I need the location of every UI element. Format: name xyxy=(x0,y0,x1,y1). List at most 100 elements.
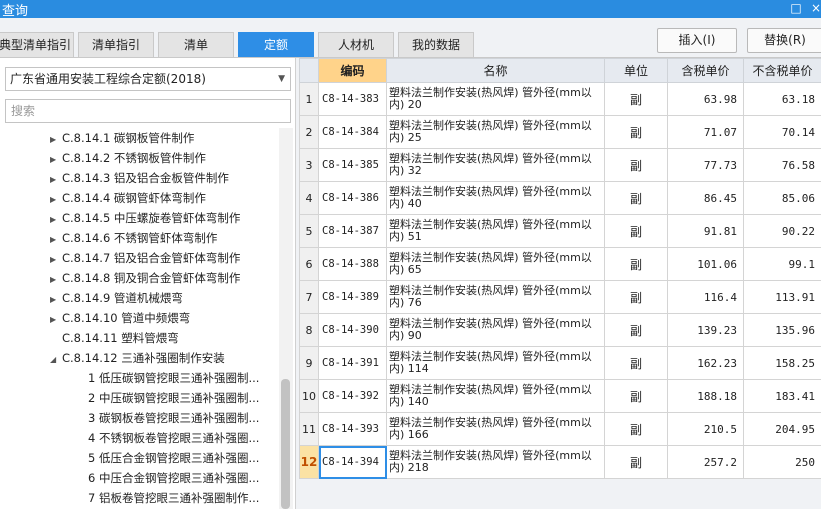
cell-code[interactable]: C8-14-392 xyxy=(318,379,387,413)
expand-arrow-icon[interactable]: ▶ xyxy=(50,210,62,228)
cell-name[interactable]: 塑料法兰制作安装(热风焊) 管外径(mm以内) 51 xyxy=(386,214,605,248)
cell-name[interactable]: 塑料法兰制作安装(热风焊) 管外径(mm以内) 25 xyxy=(386,115,605,149)
header-unit[interactable]: 单位 xyxy=(604,58,668,83)
cell-unit[interactable]: 副 xyxy=(604,379,668,413)
restore-icon[interactable]: □ xyxy=(787,0,805,18)
tab-typical-bill-guide[interactable]: 典型清单指引 xyxy=(0,32,74,58)
cell-code[interactable]: C8-14-384 xyxy=(318,115,387,149)
tree-item[interactable]: 4 不锈钢板卷管挖眼三通补强圈... xyxy=(88,428,259,448)
cell-price-without-tax[interactable]: 113.91 xyxy=(743,280,821,314)
tree-item[interactable]: 6 中压合金钢管挖眼三通补强圈... xyxy=(88,468,259,488)
cell-price-with-tax[interactable]: 188.18 xyxy=(667,379,744,413)
tree-item[interactable]: ▶ C.8.14.5 中压螺旋卷管虾体弯制作 xyxy=(50,208,240,228)
cell-code[interactable]: C8-14-388 xyxy=(318,247,387,281)
expand-arrow-icon[interactable]: ▶ xyxy=(50,290,62,308)
cell-price-without-tax[interactable]: 63.18 xyxy=(743,82,821,116)
expand-arrow-icon[interactable]: ▶ xyxy=(50,130,62,148)
header-name[interactable]: 名称 xyxy=(386,58,605,83)
tree-item[interactable]: ▶ C.8.14.2 不锈钢板管件制作 xyxy=(50,148,206,168)
expand-arrow-icon[interactable]: ▶ xyxy=(50,310,62,328)
cell-name[interactable]: 塑料法兰制作安装(热风焊) 管外径(mm以内) 65 xyxy=(386,247,605,281)
cell-code[interactable]: C8-14-385 xyxy=(318,148,387,182)
cell-price-with-tax[interactable]: 77.73 xyxy=(667,148,744,182)
cell-price-with-tax[interactable]: 86.45 xyxy=(667,181,744,215)
tree-item[interactable]: 3 碳钢板卷管挖眼三通补强圈制... xyxy=(88,408,259,428)
cell-code[interactable]: C8-14-386 xyxy=(318,181,387,215)
header-price-without-tax[interactable]: 不含税单价 xyxy=(743,58,821,83)
table-row[interactable]: 2 C8-14-384 塑料法兰制作安装(热风焊) 管外径(mm以内) 25 副 71.… xyxy=(299,115,821,149)
tab-bill-guide[interactable]: 清单指引 xyxy=(78,32,154,58)
row-index[interactable]: 9 xyxy=(299,346,319,380)
cell-price-with-tax[interactable]: 71.07 xyxy=(667,115,744,149)
tab-bill[interactable]: 清单 xyxy=(158,32,234,58)
cell-unit[interactable]: 副 xyxy=(604,148,668,182)
table-row[interactable]: 12 C8-14-394 塑料法兰制作安装(热风焊) 管外径(mm以内) 218 副 2… xyxy=(299,445,821,479)
tree-item[interactable]: ▶ C.8.14.3 铝及铝合金板管件制作 xyxy=(50,168,229,188)
cell-code[interactable]: C8-14-394 xyxy=(318,445,387,479)
cell-code[interactable]: C8-14-390 xyxy=(318,313,387,347)
cell-price-with-tax[interactable]: 257.2 xyxy=(667,445,744,479)
cell-name[interactable]: 塑料法兰制作安装(热风焊) 管外径(mm以内) 40 xyxy=(386,181,605,215)
tree-scrollbar[interactable] xyxy=(279,128,293,509)
row-index[interactable]: 6 xyxy=(299,247,319,281)
cell-name[interactable]: 塑料法兰制作安装(热风焊) 管外径(mm以内) 114 xyxy=(386,346,605,380)
cell-unit[interactable]: 副 xyxy=(604,181,668,215)
cell-name[interactable]: 塑料法兰制作安装(热风焊) 管外径(mm以内) 218 xyxy=(386,445,605,479)
tree-item[interactable]: 2 中压碳钢管挖眼三通补强圈制... xyxy=(88,388,259,408)
cell-price-with-tax[interactable]: 101.06 xyxy=(667,247,744,281)
cell-code[interactable]: C8-14-391 xyxy=(318,346,387,380)
cell-price-without-tax[interactable]: 90.22 xyxy=(743,214,821,248)
cell-unit[interactable]: 副 xyxy=(604,115,668,149)
row-index[interactable]: 4 xyxy=(299,181,319,215)
cell-price-without-tax[interactable]: 183.41 xyxy=(743,379,821,413)
cell-price-without-tax[interactable]: 76.58 xyxy=(743,148,821,182)
cell-price-with-tax[interactable]: 91.81 xyxy=(667,214,744,248)
row-index[interactable]: 12 xyxy=(299,445,319,479)
header-price-with-tax[interactable]: 含税单价 xyxy=(667,58,744,83)
cell-name[interactable]: 塑料法兰制作安装(热风焊) 管外径(mm以内) 90 xyxy=(386,313,605,347)
table-row[interactable]: 3 C8-14-385 塑料法兰制作安装(热风焊) 管外径(mm以内) 32 副 77.… xyxy=(299,148,821,182)
cell-name[interactable]: 塑料法兰制作安装(热风焊) 管外径(mm以内) 20 xyxy=(386,82,605,116)
cell-unit[interactable]: 副 xyxy=(604,214,668,248)
insert-button[interactable]: 插入(I) xyxy=(657,28,737,53)
tree-item[interactable]: ▶ C.8.14.8 铜及铜合金管虾体弯制作 xyxy=(50,268,240,288)
cell-price-with-tax[interactable]: 139.23 xyxy=(667,313,744,347)
expand-arrow-icon[interactable]: ▶ xyxy=(50,230,62,248)
cell-code[interactable]: C8-14-389 xyxy=(318,280,387,314)
cell-code[interactable]: C8-14-383 xyxy=(318,82,387,116)
expand-arrow-icon[interactable]: ▶ xyxy=(50,150,62,168)
cell-code[interactable]: C8-14-387 xyxy=(318,214,387,248)
search-input[interactable] xyxy=(5,99,291,123)
tree-item[interactable]: 5 低压合金钢管挖眼三通补强圈... xyxy=(88,448,259,468)
row-index[interactable]: 3 xyxy=(299,148,319,182)
table-row[interactable]: 8 C8-14-390 塑料法兰制作安装(热风焊) 管外径(mm以内) 90 副 139… xyxy=(299,313,821,347)
tree-item[interactable]: ◢ C.8.14.12 三通补强圈制作安装 xyxy=(50,348,225,368)
cell-price-without-tax[interactable]: 85.06 xyxy=(743,181,821,215)
tree-item[interactable]: C.8.14.11 塑料管煨弯 xyxy=(50,328,179,348)
table-row[interactable]: 9 C8-14-391 塑料法兰制作安装(热风焊) 管外径(mm以内) 114 副 16… xyxy=(299,346,821,380)
tree-item[interactable]: ▶ C.8.14.1 碳钢板管件制作 xyxy=(50,128,194,148)
cell-price-with-tax[interactable]: 63.98 xyxy=(667,82,744,116)
cell-price-without-tax[interactable]: 158.25 xyxy=(743,346,821,380)
cell-price-without-tax[interactable]: 135.96 xyxy=(743,313,821,347)
tab-quota[interactable]: 定额 xyxy=(238,32,314,58)
table-row[interactable]: 1 C8-14-383 塑料法兰制作安装(热风焊) 管外径(mm以内) 20 副 63.… xyxy=(299,82,821,116)
table-row[interactable]: 4 C8-14-386 塑料法兰制作安装(热风焊) 管外径(mm以内) 40 副 86.… xyxy=(299,181,821,215)
cell-unit[interactable]: 副 xyxy=(604,82,668,116)
row-index[interactable]: 2 xyxy=(299,115,319,149)
table-row[interactable]: 11 C8-14-393 塑料法兰制作安装(热风焊) 管外径(mm以内) 166 副 2… xyxy=(299,412,821,446)
cell-unit[interactable]: 副 xyxy=(604,445,668,479)
cell-name[interactable]: 塑料法兰制作安装(热风焊) 管外径(mm以内) 32 xyxy=(386,148,605,182)
tree-item[interactable]: ▶ C.8.14.9 管道机械煨弯 xyxy=(50,288,183,308)
cell-code[interactable]: C8-14-393 xyxy=(318,412,387,446)
cell-unit[interactable]: 副 xyxy=(604,280,668,314)
close-icon[interactable]: × xyxy=(807,0,821,18)
tree-item[interactable]: 1 低压碳钢管挖眼三通补强圈制... xyxy=(88,368,259,388)
row-index[interactable]: 7 xyxy=(299,280,319,314)
cell-unit[interactable]: 副 xyxy=(604,412,668,446)
row-index[interactable]: 8 xyxy=(299,313,319,347)
cell-price-with-tax[interactable]: 162.23 xyxy=(667,346,744,380)
tab-labor-material-machine[interactable]: 人材机 xyxy=(318,32,394,58)
table-row[interactable]: 5 C8-14-387 塑料法兰制作安装(热风焊) 管外径(mm以内) 51 副 91.… xyxy=(299,214,821,248)
cell-price-without-tax[interactable]: 204.95 xyxy=(743,412,821,446)
